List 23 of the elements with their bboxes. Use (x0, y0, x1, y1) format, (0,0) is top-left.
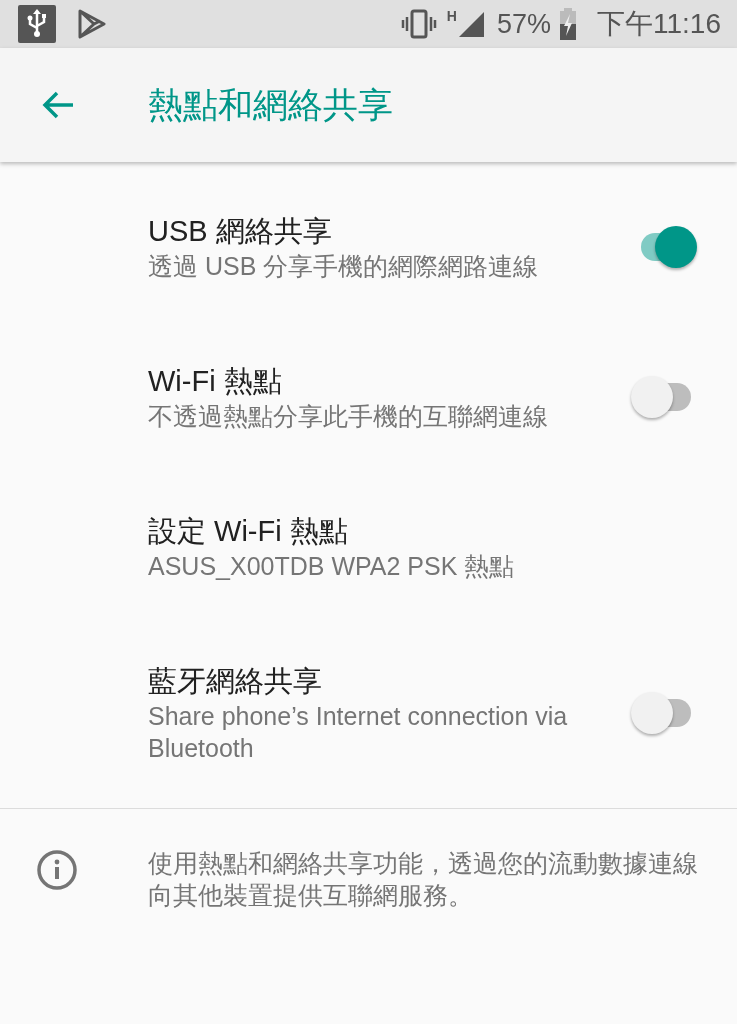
item-summary: Share phone’s Internet connection via Bluetooth (148, 701, 568, 764)
back-arrow-icon (41, 90, 75, 120)
settings-item[interactable]: 藍牙網絡共享 Share phone’s Internet connection via Bluetooth (0, 622, 737, 804)
item-title: 藍牙網絡共享 (148, 664, 323, 699)
battery-charging-icon (559, 8, 577, 40)
usb-icon (18, 5, 56, 43)
item-title: 設定 Wi-Fi 熱點 (148, 514, 349, 549)
network-type: H (446, 7, 457, 26)
settings-item[interactable]: 設定 Wi-Fi 熱點 ASUS_X00TDB WPA2 PSK 熱點 (0, 472, 737, 622)
play-icon (76, 9, 106, 39)
item-summary: ASUS_X00TDB WPA2 PSK 熱點 (148, 551, 516, 582)
info-icon (36, 849, 78, 891)
page-title: 熱點和網絡共享 (148, 83, 393, 126)
item-title: Wi-Fi 熱點 (148, 364, 283, 399)
item-summary: 透過 USB 分享手機的網際網路連線 (148, 251, 540, 282)
clock: 下午11:16 (597, 7, 721, 41)
footer-text: 使用熱點和網絡共享功能，透過您的流動數據連線向其他裝置提供互聯網服務。 (148, 848, 699, 911)
vibrate-icon (400, 9, 437, 39)
item-title: USB 網絡共享 (148, 214, 333, 249)
item-summary: 不透過熱點分享此手機的互聯網連線 (148, 401, 549, 432)
settings-item[interactable]: USB 網絡共享 透過 USB 分享手機的網際網路連線 (0, 172, 737, 322)
battery-percent: 57% (496, 7, 551, 41)
settings-item[interactable]: Wi-Fi 熱點 不透過熱點分享此手機的互聯網連線 (0, 322, 737, 472)
